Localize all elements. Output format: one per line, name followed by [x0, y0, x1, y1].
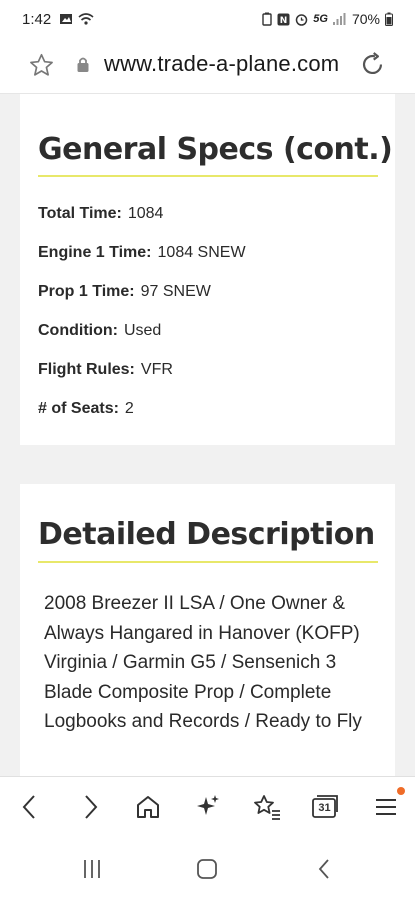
svg-text:N: N	[280, 16, 288, 26]
spec-value: VFR	[140, 361, 173, 378]
back-icon[interactable]	[18, 793, 42, 821]
title-underline	[38, 175, 378, 177]
status-left-icons	[59, 12, 94, 26]
notification-dot	[397, 787, 405, 795]
spec-label: Flight Rules:	[38, 361, 135, 378]
general-specs-title: General Specs (cont.)	[38, 132, 393, 167]
url-field[interactable]: www.trade-a-plane.com	[104, 51, 344, 77]
status-bar: 1:42 N 5G 70%	[0, 0, 415, 40]
detailed-description-card: Detailed Description 2008 Breezer II LSA…	[20, 484, 395, 776]
spec-row-seats: # of Seats: 2	[38, 400, 134, 418]
page-content: General Specs (cont.) Total Time: 1084 En…	[0, 94, 415, 776]
spec-row-prop-time: Prop 1 Time: 97 SNEW	[38, 283, 211, 301]
general-specs-card: General Specs (cont.) Total Time: 1084 En…	[20, 94, 395, 445]
home-button-icon[interactable]	[196, 858, 218, 880]
browser-address-bar: www.trade-a-plane.com	[0, 40, 415, 94]
status-right-icons: N 5G 70%	[262, 11, 393, 27]
spec-value: 2	[124, 400, 134, 417]
status-time: 1:42	[22, 11, 52, 28]
wifi-icon	[78, 13, 94, 25]
gallery-icon	[60, 14, 72, 24]
spec-value: 1084 SNEW	[157, 244, 246, 261]
sparkle-icon[interactable]	[194, 793, 222, 821]
signal-icon	[332, 13, 346, 25]
system-navigation-bar	[0, 838, 415, 900]
home-icon[interactable]	[134, 793, 162, 821]
forward-icon[interactable]	[78, 793, 102, 821]
spec-label: Engine 1 Time:	[38, 244, 152, 261]
spec-row-engine-time: Engine 1 Time: 1084 SNEW	[38, 244, 246, 262]
spec-label: Condition:	[38, 322, 118, 339]
menu-icon[interactable]	[374, 793, 398, 821]
system-back-icon[interactable]	[313, 858, 335, 880]
detailed-description-title: Detailed Description	[38, 517, 375, 552]
lock-icon	[77, 57, 89, 72]
browser-bottom-toolbar: 31	[0, 776, 415, 838]
spec-value: 1084	[127, 205, 164, 222]
battery-icon	[385, 12, 393, 26]
battery-saver-icon	[262, 12, 272, 26]
spec-row-flight-rules: Flight Rules: VFR	[38, 361, 173, 379]
nfc-icon: N	[277, 13, 290, 26]
spec-label: Prop 1 Time:	[38, 283, 135, 300]
recent-apps-icon[interactable]	[81, 858, 103, 880]
spec-value: Used	[123, 322, 162, 339]
tab-count: 31	[318, 802, 331, 814]
spec-row-condition: Condition: Used	[38, 322, 161, 340]
spec-value: 97 SNEW	[140, 283, 211, 300]
reload-icon[interactable]	[358, 50, 387, 79]
tabs-button[interactable]: 31	[311, 793, 341, 821]
spec-label: Total Time:	[38, 205, 122, 222]
spec-label: # of Seats:	[38, 400, 119, 417]
alarm-icon	[296, 13, 308, 26]
title-underline	[38, 561, 378, 563]
battery-percent: 70%	[351, 11, 380, 27]
description-text: 2008 Breezer II LSA / One Owner & Always…	[44, 593, 362, 732]
bookmarks-icon[interactable]	[252, 793, 282, 821]
network-type: 5G	[313, 13, 328, 25]
bookmark-star-icon[interactable]	[28, 52, 55, 79]
spec-row-total-time: Total Time: 1084	[38, 205, 163, 223]
